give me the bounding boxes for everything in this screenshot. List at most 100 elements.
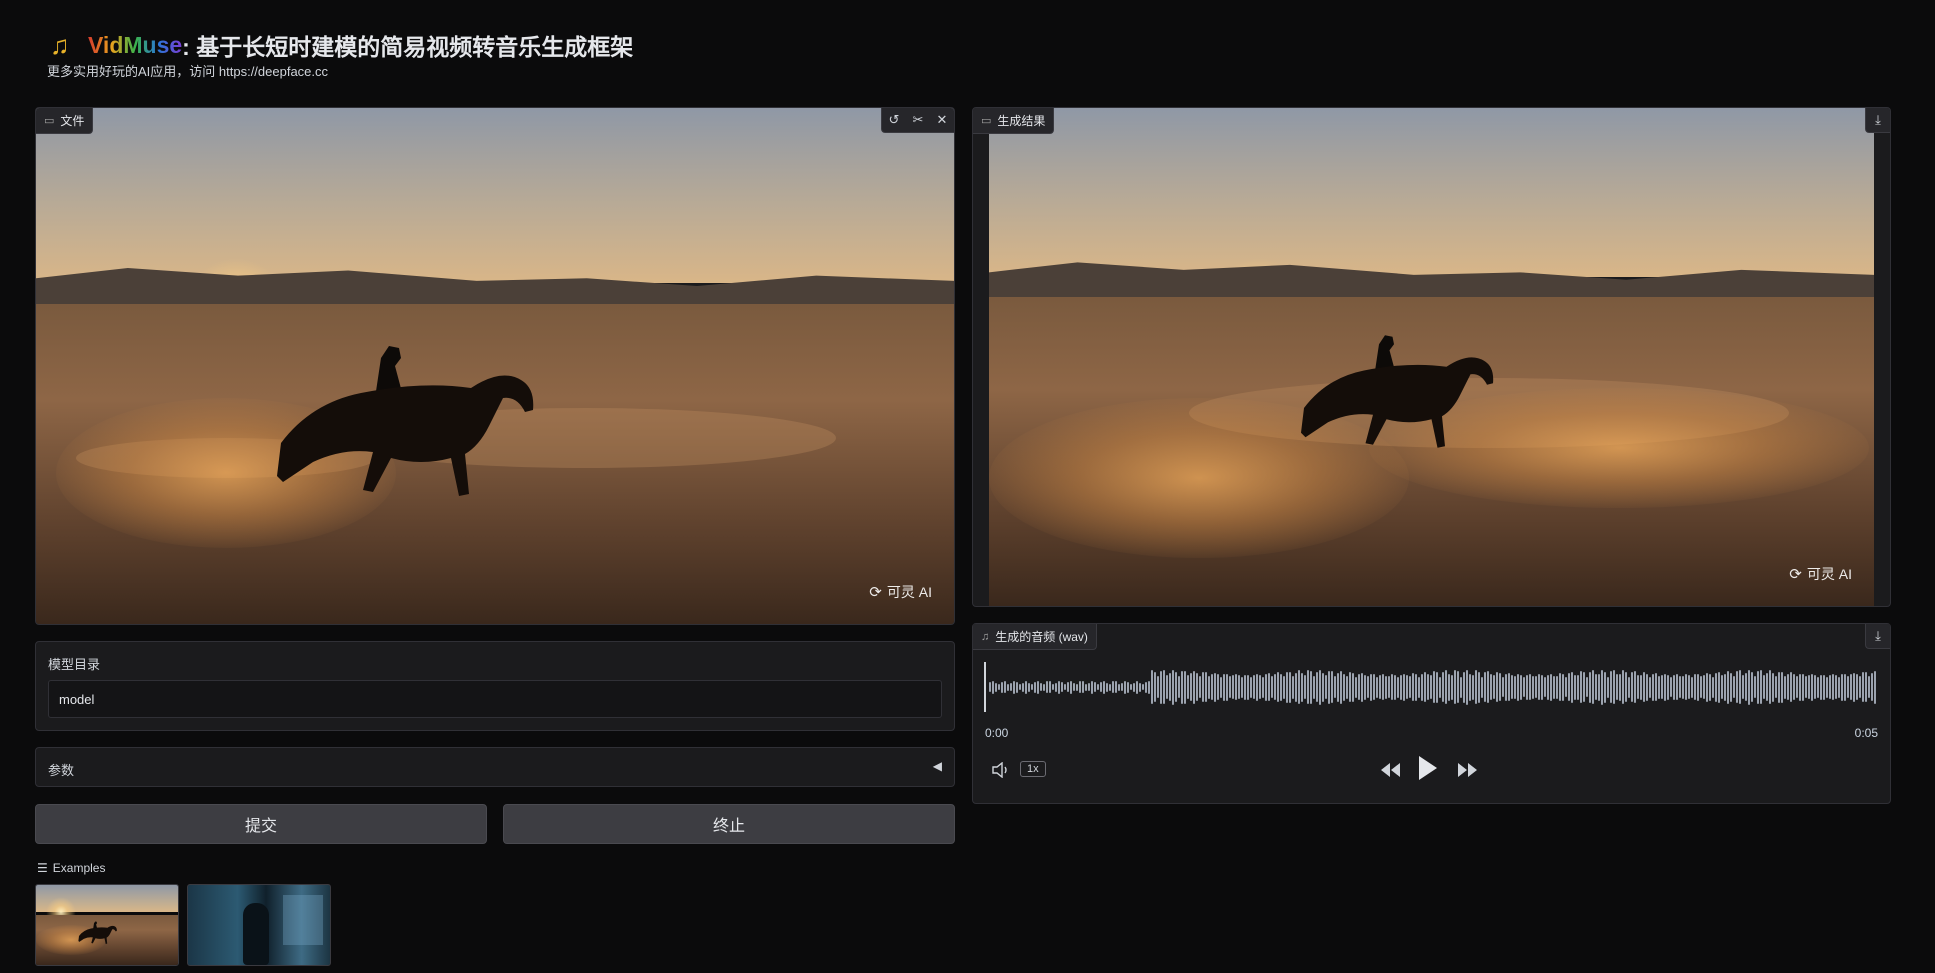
music-note-icon: ♫	[981, 630, 990, 643]
rewind-icon[interactable]	[1378, 758, 1404, 782]
waveform-bar	[1484, 672, 1486, 702]
waveform-bar	[1007, 683, 1009, 691]
waveform-bar	[1181, 670, 1183, 704]
playback-speed-button[interactable]: 1x	[1020, 761, 1046, 777]
waveform-bar	[1541, 674, 1543, 700]
waveform-bar	[1685, 674, 1687, 700]
playhead[interactable]	[984, 662, 986, 712]
waveform-bar	[1025, 680, 1027, 694]
waveform-bar	[1871, 673, 1873, 701]
waveform-bar	[1829, 675, 1831, 699]
undo-icon[interactable]: ↺	[882, 108, 906, 132]
waveform-bar	[1040, 683, 1042, 691]
waveform-bar	[1505, 673, 1507, 701]
waveform-bar	[1475, 670, 1477, 704]
time-duration: 0:05	[1854, 726, 1878, 740]
close-icon[interactable]: ✕	[930, 108, 954, 132]
waveform-bar	[1322, 672, 1324, 702]
params-accordion[interactable]: 参数 ◀	[35, 747, 955, 787]
input-video-panel[interactable]: ▭ 文件 ↺ ✂ ✕ ⟳ 可灵 AI	[35, 107, 955, 625]
waveform-bar	[1319, 669, 1321, 705]
waveform-bar	[1325, 675, 1327, 699]
waveform-bar	[1301, 672, 1303, 702]
waveform-bar	[1244, 674, 1246, 700]
stop-button[interactable]: 终止	[503, 804, 955, 844]
waveform-bar	[1187, 675, 1189, 699]
waveform-bar	[1052, 684, 1054, 690]
waveform-bar	[1478, 671, 1480, 703]
params-label: 参数	[48, 763, 75, 778]
waveform-bar	[1787, 674, 1789, 700]
waveform-bar	[1175, 672, 1177, 702]
waveform-bar	[1838, 676, 1840, 698]
waveform-bar	[1691, 676, 1693, 698]
waveform-bar	[1481, 676, 1483, 698]
fast-forward-icon[interactable]	[1454, 758, 1480, 782]
waveform-bar	[1391, 674, 1393, 700]
waveform-bar	[1046, 681, 1048, 693]
waveform-bar	[1382, 674, 1384, 700]
example-thumbnail-city[interactable]	[187, 884, 331, 966]
waveform-bar	[1577, 674, 1579, 700]
scissors-icon[interactable]: ✂	[906, 108, 930, 132]
waveform-bar	[1100, 682, 1102, 692]
waveform-bar	[1154, 672, 1156, 702]
waveform-bar	[1061, 682, 1063, 692]
waveform-bar	[1712, 676, 1714, 698]
output-video-watermark: ⟳ 可灵 AI	[1789, 564, 1852, 584]
waveform-bar	[1157, 676, 1159, 698]
waveform-bar	[1853, 672, 1855, 702]
output-video-frame[interactable]: ⟳ 可灵 AI	[989, 108, 1874, 606]
waveform-bar	[1295, 672, 1297, 702]
waveform-bar	[1169, 673, 1171, 701]
waveform-bar	[1241, 676, 1243, 698]
waveform-bar	[1115, 681, 1117, 693]
waveform-bar	[1820, 674, 1822, 700]
waveform-bar	[1637, 675, 1639, 699]
horse-rider-silhouette	[1301, 335, 1494, 448]
waveform-bar	[1196, 673, 1198, 701]
waveform-bar	[1793, 674, 1795, 700]
waveform-bar	[1724, 673, 1726, 701]
waveform-bar	[1130, 684, 1132, 690]
submit-button[interactable]: 提交	[35, 804, 487, 844]
play-icon[interactable]	[1413, 752, 1443, 784]
waveform-bar	[1208, 675, 1210, 699]
waveform-bar	[1646, 673, 1648, 701]
waveform-bar	[1304, 675, 1306, 699]
waveform-bar	[1103, 680, 1105, 694]
waveform-bar	[1580, 671, 1582, 703]
waveform-bar	[1085, 683, 1087, 691]
waveform-bar	[1232, 675, 1234, 699]
waveform-bar	[1013, 680, 1015, 694]
waveform-bar	[1394, 674, 1396, 700]
waveform-bar	[1340, 670, 1342, 704]
waveform-bar	[1508, 673, 1510, 701]
waveform-bar	[1544, 677, 1546, 697]
volume-icon[interactable]	[989, 760, 1013, 780]
waveform-bar	[1277, 672, 1279, 702]
waveform-bar	[1037, 680, 1039, 694]
waveform-bar	[1859, 676, 1861, 698]
waveform-bar	[1511, 675, 1513, 699]
waveform-bar	[1352, 672, 1354, 702]
waveform-bar	[1034, 681, 1036, 693]
waveform-bar	[1703, 675, 1705, 699]
download-icon[interactable]: ⤓	[1866, 624, 1890, 648]
download-icon[interactable]: ⤓	[1866, 108, 1890, 132]
waveform-bar	[1211, 674, 1213, 700]
waveform-bar	[1043, 683, 1045, 691]
example-thumbnail-desert[interactable]	[35, 884, 179, 966]
waveform-bar	[1421, 673, 1423, 701]
audio-waveform[interactable]	[989, 662, 1877, 712]
waveform-bar	[1664, 673, 1666, 701]
output-video-panel[interactable]: ▭ 生成结果 ⤓ ⟳ 可灵 AI	[972, 107, 1891, 607]
waveform-bar	[1385, 675, 1387, 699]
waveform-bar	[1049, 681, 1051, 693]
caret-left-icon[interactable]: ◀	[933, 759, 942, 773]
model-dir-input[interactable]	[48, 680, 942, 718]
input-video-frame[interactable]: ⟳ 可灵 AI	[36, 108, 954, 624]
waveform-bar	[1415, 673, 1417, 701]
app-title-text: : 基于长短时建模的简易视频转音乐生成框架	[182, 34, 634, 60]
waveform-bar	[1064, 684, 1066, 690]
